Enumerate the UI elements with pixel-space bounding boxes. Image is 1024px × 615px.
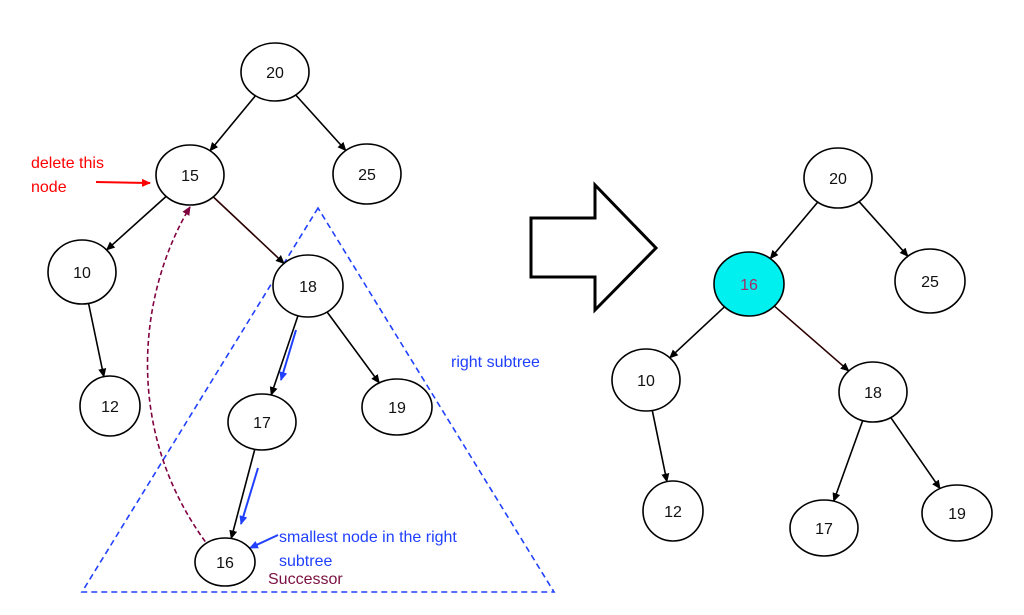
after-node-17: 17 <box>789 499 859 557</box>
after-node-12: 12 <box>642 480 704 542</box>
node-value: 10 <box>73 265 91 282</box>
successor-label: Successor <box>268 571 343 588</box>
delete-pointer-arrow <box>95 178 151 187</box>
traversal-arrow-1 <box>279 329 297 381</box>
node-value: 20 <box>266 65 284 82</box>
smallest-node-label-line2: subtree <box>279 553 332 570</box>
node-value: 18 <box>299 279 317 296</box>
before-node-20: 20 <box>240 42 310 102</box>
smallest-node-label-line1: smallest node in the right <box>279 529 457 546</box>
after-edge-10-to-12 <box>651 410 670 483</box>
before-edge-17-to-16 <box>229 449 256 540</box>
node-value: 25 <box>921 274 939 291</box>
after-node-20: 20 <box>803 147 873 209</box>
before-node-25: 25 <box>332 143 402 205</box>
before-node-15: 15 <box>155 144 225 206</box>
delete-label-line1: delete this <box>31 155 104 172</box>
before-node-10: 10 <box>47 239 117 305</box>
after-node-16: 16 <box>713 251 785 317</box>
node-value: 19 <box>388 400 406 417</box>
node-value: 17 <box>815 521 833 538</box>
node-value: 18 <box>864 385 882 402</box>
node-value: 12 <box>101 399 119 416</box>
before-edge-10-to-12 <box>87 303 107 378</box>
after-edge-18-to-17 <box>832 420 864 503</box>
node-value: 10 <box>637 373 655 390</box>
transition-arrow-icon <box>529 181 659 314</box>
node-value: 15 <box>181 168 199 185</box>
node-value: 25 <box>358 167 376 184</box>
delete-label-line2: node <box>31 179 67 196</box>
after-edge-20-to-25 <box>858 201 909 257</box>
before-node-17: 17 <box>227 393 297 451</box>
before-node-19: 19 <box>361 378 433 436</box>
before-edge-15-to-18 <box>212 196 285 265</box>
after-edge-16-to-10 <box>669 306 726 359</box>
after-node-10: 10 <box>611 348 681 412</box>
after-edge-18-to-19 <box>890 417 941 490</box>
before-edge-18-to-17 <box>269 315 299 396</box>
node-value: 16 <box>216 555 234 572</box>
after-edge-20-to-16 <box>769 201 819 260</box>
before-edge-15-to-10 <box>105 195 167 251</box>
after-node-18: 18 <box>838 361 908 423</box>
before-node-18: 18 <box>272 254 344 318</box>
before-edge-18-to-19 <box>326 311 380 384</box>
before-node-16: 16 <box>194 537 256 587</box>
successor-path-arrow <box>146 206 211 549</box>
node-value: 20 <box>829 171 847 188</box>
after-node-19: 19 <box>921 484 993 542</box>
before-edge-20-to-25 <box>295 94 347 152</box>
before-node-12: 12 <box>79 375 141 437</box>
node-value: 17 <box>253 415 271 432</box>
after-edge-16-to-18 <box>773 305 850 372</box>
node-value: 12 <box>664 504 682 521</box>
before-edge-20-to-15 <box>209 95 257 152</box>
after-node-25: 25 <box>894 248 966 314</box>
smallest-pointer-arrow <box>249 534 279 549</box>
traversal-arrow-2 <box>239 467 259 525</box>
node-value: 16 <box>740 277 758 294</box>
node-value: 19 <box>948 506 966 523</box>
bst-deletion-diagram: 20 15 25 10 18 12 17 19 16 20 16 25 10 18 12 17 19 delet… <box>31 42 993 593</box>
right-subtree-label: right subtree <box>451 354 540 371</box>
